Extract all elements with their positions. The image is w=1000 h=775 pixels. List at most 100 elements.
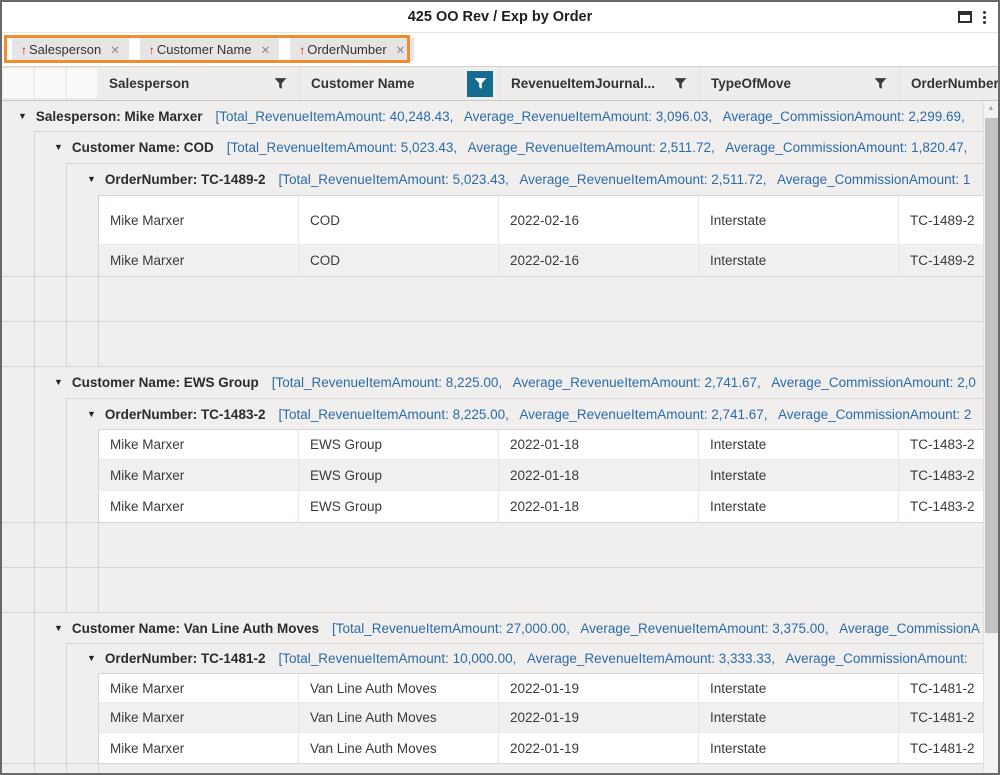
title-bar-icons: [958, 2, 988, 32]
group-summary: [Total_RevenueItemAmount: 5,023.43, Aver…: [278, 172, 970, 187]
restore-window-icon[interactable]: [958, 11, 972, 23]
indent-guide: [35, 398, 67, 429]
table-cell: Mike Marxer: [99, 491, 299, 522]
indent-guide: [2, 322, 35, 366]
table-cell: Mike Marxer: [99, 245, 299, 276]
group-row-content: ▼OrderNumber: TC-1489-2[Total_RevenueIte…: [67, 163, 983, 195]
indent-guide: [35, 322, 67, 366]
indent-guide: [67, 733, 99, 763]
group-label: Salesperson: Mike Marxer: [36, 109, 203, 124]
indent-guide: [2, 643, 35, 673]
table-row-cells: Mike MarxerEWS Group2022-01-18Interstate…: [99, 429, 983, 460]
collapse-icon[interactable]: ▼: [87, 175, 96, 184]
indent-guide: [67, 491, 99, 522]
table-cell: TC-1489-2: [899, 196, 983, 244]
sort-asc-icon: ↑: [299, 43, 305, 57]
indent-guide: [2, 613, 35, 643]
group-chip-label: Salesperson: [29, 42, 101, 57]
group-indent-header: [3, 69, 33, 98]
group-row-content: ▼OrderNumber: TC-1481-2[Total_RevenueIte…: [67, 643, 983, 673]
indent-guide: [67, 523, 99, 567]
table-row[interactable]: Mike MarxerVan Line Auth Moves2022-01-19…: [2, 703, 983, 733]
group-row: ▼OrderNumber: TC-1483-2[Total_RevenueIte…: [2, 398, 983, 429]
collapse-icon[interactable]: ▼: [87, 654, 96, 663]
remove-group-icon[interactable]: ✕: [396, 43, 406, 57]
indent-guide: [67, 460, 99, 491]
indent-guide: [2, 703, 35, 733]
scroll-up-icon[interactable]: ▲: [984, 101, 998, 116]
column-header-salesperson[interactable]: Salesperson: [98, 67, 299, 100]
table-cell: 2022-02-16: [499, 245, 699, 276]
group-row-content: ▼ Salesperson: Mike Marxer [Total_RevenueI…: [2, 101, 983, 131]
table-row[interactable]: Mike MarxerEWS Group2022-01-18Interstate…: [2, 491, 983, 522]
vertical-scrollbar[interactable]: ▲: [983, 101, 998, 773]
collapse-icon[interactable]: ▼: [18, 112, 27, 121]
filter-icon[interactable]: [667, 71, 693, 97]
title-bar: 425 OO Rev / Exp by Order: [2, 2, 998, 33]
group-summary: [Total_RevenueItemAmount: 10,000.00, Ave…: [278, 651, 967, 666]
remove-group-icon[interactable]: ✕: [261, 43, 271, 57]
collapse-icon[interactable]: ▼: [54, 624, 63, 633]
group-row: ▼ Salesperson: Mike Marxer [Total_RevenueI…: [2, 101, 983, 131]
table-cell: Interstate: [699, 196, 899, 244]
group-label: Customer Name: COD: [72, 140, 214, 155]
kebab-menu-icon[interactable]: [981, 10, 988, 25]
indent-guide: [35, 703, 67, 733]
column-header-ordernumber[interactable]: OrderNumber: [899, 67, 998, 100]
filter-icon[interactable]: [867, 71, 893, 97]
indent-guide: [67, 195, 99, 245]
indent-guide: [35, 673, 67, 703]
group-row-content: ▼Customer Name: Van Line Auth Moves[Tota…: [35, 613, 983, 643]
group-summary: [Total_RevenueItemAmount: 8,225.00, Aver…: [272, 375, 976, 390]
table-cell: Interstate: [699, 430, 899, 459]
group-chip-customer-name[interactable]: ↑ Customer Name ✕: [140, 38, 279, 61]
column-header-revenueitemjournal[interactable]: RevenueItemJournal...: [499, 67, 699, 100]
group-chip-ordernumber[interactable]: ↑ OrderNumber ✕: [290, 38, 414, 61]
table-cell: TC-1481-2: [899, 733, 983, 763]
indent-guide: [2, 764, 35, 773]
collapse-icon[interactable]: ▼: [54, 143, 63, 152]
table-row[interactable]: Mike MarxerCOD2022-02-16InterstateTC-148…: [2, 245, 983, 276]
table-cell: Interstate: [699, 733, 899, 763]
column-header-typeofmove[interactable]: TypeOfMove: [699, 67, 899, 100]
collapse-icon[interactable]: ▼: [87, 410, 96, 419]
group-footer-row: [2, 276, 983, 321]
group-indent-header: [67, 69, 97, 98]
group-row: ▼OrderNumber: TC-1489-2[Total_RevenueIte…: [2, 163, 983, 195]
group-panel: ↑ Salesperson ✕ ↑ Customer Name ✕ ↑ Orde…: [2, 33, 998, 67]
indent-guide: [2, 491, 35, 522]
group-row: ▼Customer Name: EWS Group[Total_RevenueI…: [2, 366, 983, 398]
collapse-icon[interactable]: ▼: [54, 378, 63, 387]
table-row[interactable]: Mike MarxerEWS Group2022-01-18Interstate…: [2, 460, 983, 491]
indent-guide: [35, 523, 67, 567]
column-header-customer-name[interactable]: Customer Name: [299, 67, 499, 100]
filter-active-icon[interactable]: [467, 71, 493, 97]
table-row[interactable]: Mike MarxerCOD2022-02-16InterstateTC-148…: [2, 195, 983, 245]
table-cell: 2022-01-19: [499, 733, 699, 763]
group-summary: [Total_RevenueItemAmount: 40,248.43, Ave…: [216, 109, 965, 124]
indent-guide: [67, 429, 99, 460]
table-row-cells: Mike MarxerVan Line Auth Moves2022-01-19…: [99, 673, 983, 703]
indent-guide: [35, 643, 67, 673]
filter-icon[interactable]: [267, 71, 293, 97]
table-row[interactable]: Mike MarxerEWS Group2022-01-18Interstate…: [2, 429, 983, 460]
table-cell: TC-1483-2: [899, 460, 983, 490]
table-row[interactable]: Mike MarxerVan Line Auth Moves2022-01-19…: [2, 673, 983, 703]
group-summary: [Total_RevenueItemAmount: 8,225.00, Aver…: [278, 407, 971, 422]
table-cell: Mike Marxer: [99, 733, 299, 763]
table-row[interactable]: Mike MarxerVan Line Auth Moves2022-01-19…: [2, 733, 983, 763]
table-cell: Interstate: [699, 245, 899, 276]
group-chip-salesperson[interactable]: ↑ Salesperson ✕: [12, 38, 129, 61]
table-cell: TC-1483-2: [899, 491, 983, 522]
table-row-cells: Mike MarxerVan Line Auth Moves2022-01-19…: [99, 703, 983, 733]
table-row-cells: Mike MarxerEWS Group2022-01-18Interstate…: [99, 491, 983, 522]
indent-guide: [2, 163, 35, 195]
table-cell: Mike Marxer: [99, 196, 299, 244]
sort-asc-icon: ↑: [149, 43, 155, 57]
table-cell: 2022-01-18: [499, 491, 699, 522]
scrollbar-thumb[interactable]: [985, 118, 998, 633]
indent-guide: [35, 277, 67, 321]
remove-group-icon[interactable]: ✕: [110, 43, 120, 57]
indent-guide: [2, 367, 35, 398]
group-footer-space: [99, 277, 983, 321]
